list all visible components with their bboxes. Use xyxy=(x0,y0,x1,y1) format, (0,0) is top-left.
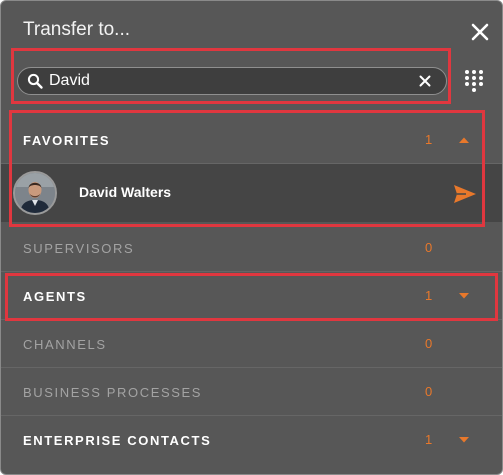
send-icon[interactable] xyxy=(453,184,477,204)
section-agents[interactable]: AGENTS 1 xyxy=(1,272,502,320)
chevron-down-icon[interactable] xyxy=(458,292,470,300)
dialpad-icon[interactable] xyxy=(463,69,485,93)
section-supervisors[interactable]: SUPERVISORS 0 xyxy=(1,224,502,272)
chevron-up-icon[interactable] xyxy=(458,136,470,144)
close-icon xyxy=(471,23,489,41)
transfer-panel: Transfer to... David FAVORITES 1 David W… xyxy=(0,0,503,475)
section-label: ENTERPRISE CONTACTS xyxy=(23,433,212,448)
section-enterprise-contacts[interactable]: ENTERPRISE CONTACTS 1 xyxy=(1,416,502,464)
section-count: 1 xyxy=(425,132,433,147)
section-count: 0 xyxy=(425,384,433,399)
section-count: 1 xyxy=(425,288,433,303)
section-business-processes[interactable]: BUSINESS PROCESSES 0 xyxy=(1,368,502,416)
panel-title: Transfer to... xyxy=(23,19,130,40)
section-label: AGENTS xyxy=(23,289,87,304)
search-input[interactable]: David xyxy=(17,67,447,95)
section-count: 0 xyxy=(425,336,433,351)
contact-name: David Walters xyxy=(79,184,172,200)
contact-row[interactable]: David Walters xyxy=(1,164,502,222)
section-count: 0 xyxy=(425,240,433,255)
search-icon xyxy=(27,73,43,89)
section-channels[interactable]: CHANNELS 0 xyxy=(1,320,502,368)
section-label: FAVORITES xyxy=(23,133,111,148)
section-label: BUSINESS PROCESSES xyxy=(23,385,203,400)
avatar xyxy=(13,171,57,215)
section-label: SUPERVISORS xyxy=(23,241,135,256)
chevron-down-icon[interactable] xyxy=(458,436,470,444)
section-count: 1 xyxy=(425,432,433,447)
section-label: CHANNELS xyxy=(23,337,107,352)
search-value[interactable]: David xyxy=(49,72,90,90)
clear-icon[interactable] xyxy=(418,74,432,88)
close-button[interactable] xyxy=(467,19,493,45)
section-favorites[interactable]: FAVORITES 1 xyxy=(1,116,502,164)
